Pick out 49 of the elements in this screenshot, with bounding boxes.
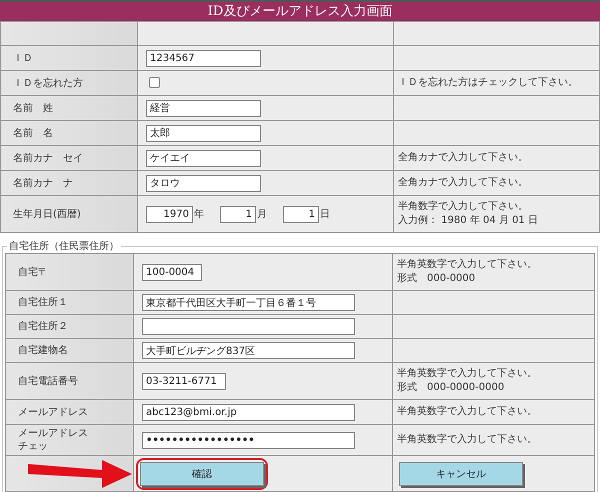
input-field[interactable]: 100-0004 <box>142 264 202 280</box>
field-label: メールアドレス <box>18 427 89 440</box>
input-field[interactable]: タロウ <box>146 174 261 192</box>
hint-text: 形式 000-0000 <box>397 272 476 286</box>
confirm-button[interactable]: 確認 <box>140 462 264 486</box>
field-label: ＩＤを忘れた方 <box>13 76 84 90</box>
hint-text: 半角英数字で入力して下さい。 <box>397 366 538 380</box>
input-field[interactable]: 大手町ビルヂング837区 <box>142 342 355 359</box>
field-label: 自宅住所１ <box>18 296 69 309</box>
input-field[interactable]: abc123@bmi.or.jp <box>142 404 355 420</box>
hint-text: 全角カナで入力して下さい。 <box>398 150 529 165</box>
hint-text: 形式 000-0000-0000 <box>397 381 506 395</box>
unit-label: 年 <box>194 208 204 220</box>
hint-text: 入力例： 1980 年 04 月 01 日 <box>398 214 539 228</box>
input-field[interactable]: ••••••••••••••••• <box>142 432 355 448</box>
unit-label: 日 <box>320 208 330 220</box>
section-legend: 自宅住所（住民票住所） <box>7 239 121 253</box>
input-field[interactable]: 太郎 <box>146 124 261 142</box>
cancel-button[interactable]: キャンセル <box>399 462 523 486</box>
page-title: ID及びメールアドレス入力画面 <box>0 0 600 21</box>
input-field[interactable]: 東京都千代田区大手町一丁目６番１号 <box>142 294 355 311</box>
hint-text: 全角カナで入力して下さい。 <box>398 176 529 190</box>
field-label: 自宅〒 <box>18 266 49 278</box>
checkbox[interactable] <box>149 77 160 88</box>
input-field[interactable] <box>142 318 355 335</box>
hint-text: 半角英数字で入力して下さい。 <box>397 404 538 419</box>
hint-text: 半角英数字で入力して下さい。 <box>397 258 538 272</box>
hint-text: ＩＤを忘れた方はチェックして下さい。 <box>398 76 579 90</box>
field-label: 自宅建物名 <box>18 344 69 357</box>
field-label: 名前カナ セイ <box>13 152 84 164</box>
field-label: チェッ <box>18 440 49 453</box>
field-label: 自宅電話番号 <box>18 374 79 388</box>
field-label: 名前 名 <box>13 126 54 140</box>
field-label: 生年月日(西暦) <box>13 208 82 220</box>
hint-text: 半角数字で入力して下さい。 <box>398 200 529 214</box>
field-label: 名前 姓 <box>13 102 54 114</box>
input-field[interactable]: 1 <box>220 206 256 222</box>
input-field[interactable]: 03-3211-6771 <box>142 372 226 390</box>
field-label: ＩＤ <box>13 52 34 64</box>
unit-label: 月 <box>257 208 267 220</box>
field-label: 名前カナ ナ <box>13 176 74 190</box>
input-field[interactable]: ケイエイ <box>146 150 261 166</box>
input-field[interactable]: 1234567 <box>146 50 261 66</box>
field-label: メールアドレス <box>18 406 89 418</box>
input-field[interactable]: 1970 <box>146 206 193 222</box>
input-field[interactable]: 経営 <box>146 100 261 116</box>
field-label: 自宅住所２ <box>18 320 69 333</box>
hint-text: 半角英数字で入力して下さい。 <box>397 432 538 447</box>
input-field[interactable]: 1 <box>283 206 319 222</box>
